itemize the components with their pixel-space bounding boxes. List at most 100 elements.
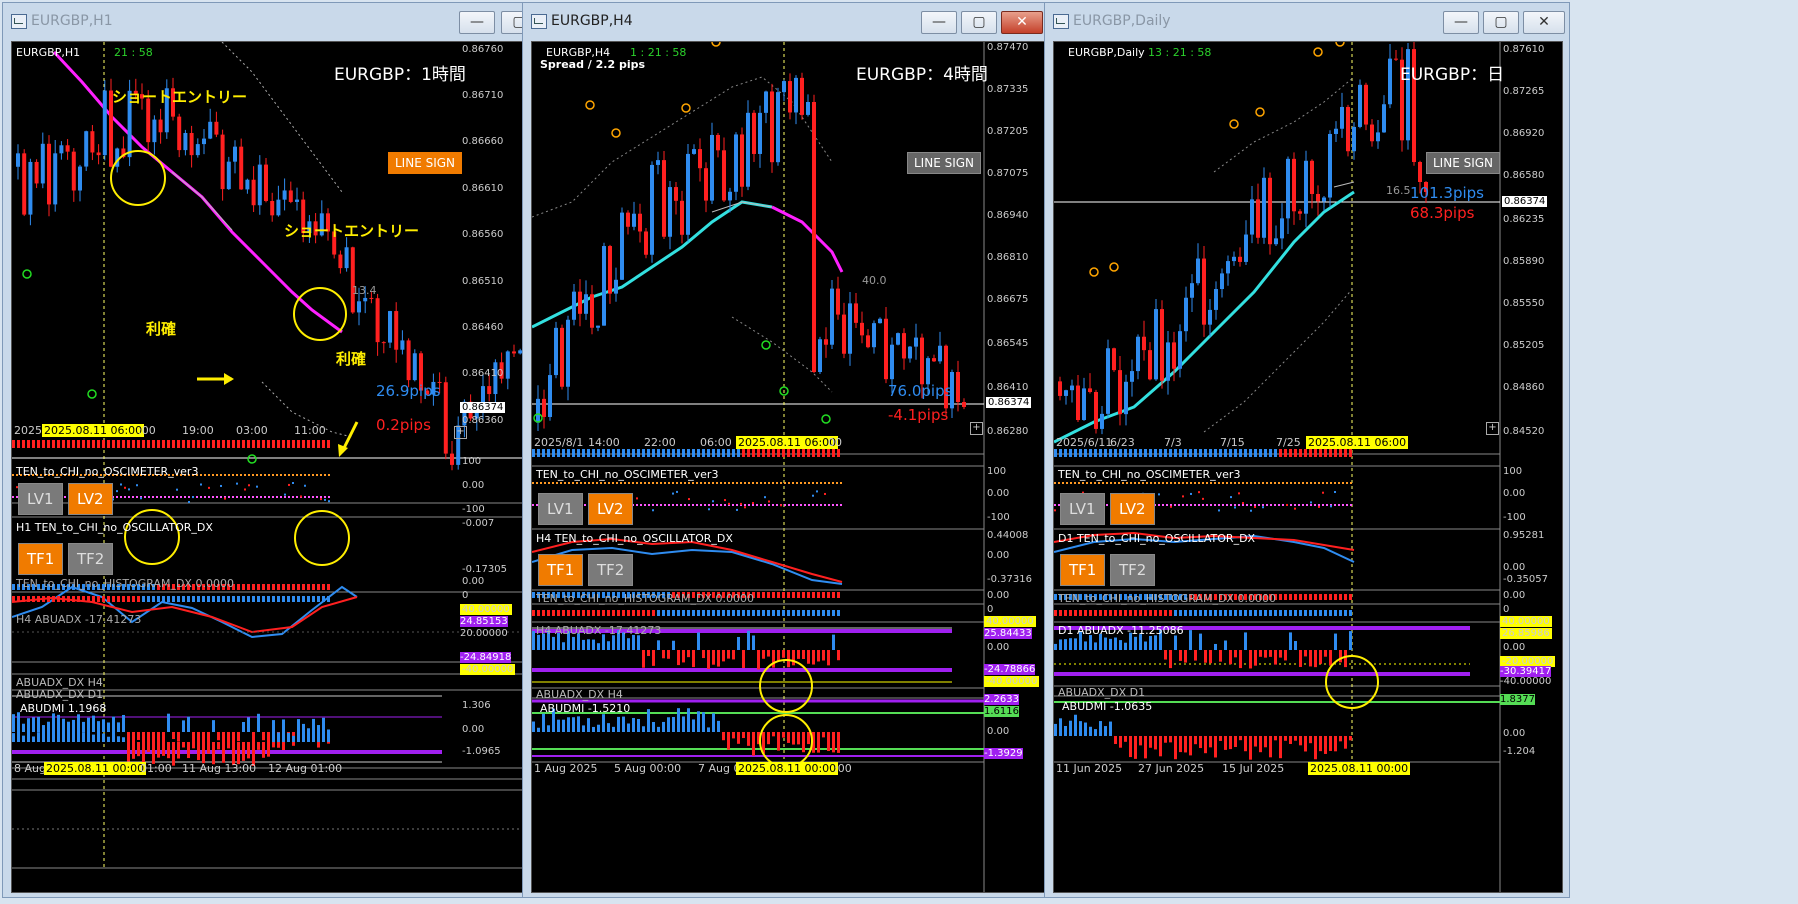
chart-area[interactable]: EURGBP,Daily 13 : 21 : 58 EURGBP：日 LINE … [1053,41,1563,893]
maximize-button[interactable]: ▢ [961,11,997,34]
adx-bar [1059,639,1062,650]
adx-level-m40: -40.00000 [984,676,1040,687]
osc-dot-magenta [736,504,738,506]
tf2-button[interactable]: TF2 [68,543,114,575]
dmi-level-b: 1.6116 [984,706,1019,717]
lv2-button[interactable]: LV2 [1110,493,1155,525]
candle [716,134,720,151]
hist-cell [327,596,330,602]
osc-dot-magenta [1218,504,1220,506]
adx-bar [1214,643,1217,650]
close-button[interactable]: ✕ [1523,11,1565,34]
lv1-button[interactable]: LV1 [1060,493,1105,525]
signal-cell [1149,449,1152,457]
maximize-button[interactable]: ▢ [1483,11,1519,34]
candle [338,254,343,269]
dmi-bar [687,708,690,732]
osc-level-zero: 0.00 [462,480,485,491]
dmi-bar [1249,736,1252,760]
dmi-bar [1119,736,1122,748]
signal-cell [57,440,60,448]
candles [536,72,966,431]
expand-icon[interactable]: + [454,426,467,439]
minimize-button[interactable]: — [921,11,957,34]
candle [1058,381,1062,396]
window-title: EURGBP,Daily [1073,13,1171,29]
candle [357,301,361,313]
dmi-bar [1169,736,1172,743]
tf2-button[interactable]: TF2 [588,554,634,586]
title-bar[interactable]: EURGBP,H1 — ▢ ✕ [3,3,589,39]
expand-icon[interactable]: + [970,422,983,435]
adx-bar [1169,650,1172,669]
signal-cell [822,449,825,457]
candle [902,333,906,359]
osc-dot-magenta [532,504,534,506]
adx-bar [1174,635,1177,650]
tf1-button[interactable]: TF1 [538,554,584,586]
hist-cell [1319,610,1322,616]
osc-dot [736,508,738,511]
signal-cell [597,449,600,457]
abuadx-title: H4 ABUADX -17.41273 [536,624,662,637]
title-bar[interactable]: EURGBP,H4 — ▢ ✕ [523,3,1109,39]
candle [632,213,636,227]
line-sign-button[interactable]: LINE SIGN [907,152,982,174]
osc-dot-orange [636,482,638,484]
expand-icon[interactable]: + [1486,422,1499,435]
tf1-button[interactable]: TF1 [1060,554,1106,586]
hist-cell [287,584,290,590]
dmi-bar [137,742,140,757]
abuadx-h4-label: ABUADX_DX H4 [536,688,623,701]
candle [400,340,405,350]
candle [487,386,492,395]
lv1-button[interactable]: LV1 [18,483,63,515]
chart-area[interactable]: EURGBP,H4 1 : 21 : 58 Spread / 2.2 pips … [531,41,1051,893]
chart-window-h4[interactable]: EURGBP,H4 — ▢ ✕ EURGBP,H4 1: 21: 58 Sp… [522,2,1110,898]
candle [158,119,163,133]
osc-dot-orange [1250,482,1252,484]
lv2-button[interactable]: LV2 [588,493,633,525]
dmi-bar [72,719,75,742]
line-sign-button[interactable]: LINE SIGN [1426,152,1501,174]
close-button[interactable]: ✕ [1001,11,1043,34]
hist-level-a: 0.00 [1503,590,1526,601]
hist-cell [567,610,570,616]
tf1-button[interactable]: TF1 [18,543,64,575]
osc-dot-magenta [1342,504,1344,506]
dx-level-bottom: -0.37316 [987,574,1032,585]
chart-area[interactable]: EURGBP,H1 21 : 58 EURGBP：1時間 LINE SIGN シ… [11,41,585,893]
lv1-button[interactable]: LV1 [538,493,583,525]
signal-cell [602,449,605,457]
osc-dot-magenta [176,496,178,498]
dmi-bar [747,732,750,746]
adx-bar [1249,650,1252,669]
minimize-button[interactable]: — [459,11,495,34]
dmi-bar [217,742,220,750]
osc-dot-magenta [1310,504,1312,506]
adx-bar [532,631,535,650]
candle [65,145,70,152]
candle [620,212,624,280]
adx-bar [732,650,735,660]
chart-window-daily[interactable]: EURGBP,Daily — ▢ ✕ EURGBP,Daily 13: 21 … [1044,2,1570,898]
lv2-button[interactable]: LV2 [68,483,113,515]
title-bar[interactable]: EURGBP,Daily — ▢ ✕ [1045,3,1569,39]
hist-cell [572,610,575,616]
annotation-take-profit-1: 利確 [146,320,177,338]
tf2-button[interactable]: TF2 [1110,554,1156,586]
candle [602,246,606,326]
osc-dot-orange [692,482,694,484]
minimize-button[interactable]: — [1443,11,1479,34]
candle [363,297,368,302]
adx-bar [587,639,590,650]
osc-dot-orange [216,474,218,476]
osc-dot-magenta [688,504,690,506]
hist-cell [637,610,640,616]
adx-bar [1084,641,1087,650]
signal-cell [1114,449,1117,457]
line-sign-button[interactable]: LINE SIGN [388,152,463,174]
osc-dot-orange [552,482,554,484]
dmi-bar [87,725,90,742]
chart-window-h1[interactable]: EURGBP,H1 — ▢ ✕ [2,2,590,898]
